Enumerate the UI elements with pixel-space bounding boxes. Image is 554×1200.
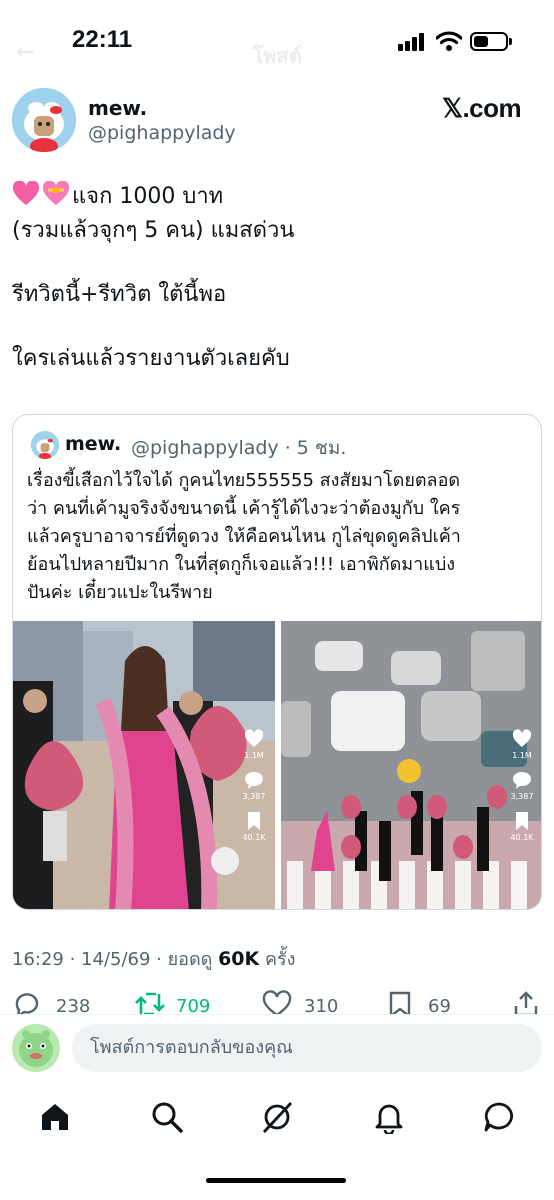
quoted-media-left[interactable]: 1.1M 3,387 40.1K	[13, 621, 275, 909]
battery-icon	[470, 32, 508, 51]
heart-icon[interactable]	[244, 729, 264, 749]
comment-icon[interactable]	[512, 770, 532, 790]
quoted-line-3: แล้วครูบาอาจารย์ที่ดูดวง ให้คือคนไหน กูไ…	[27, 526, 461, 547]
pink-heart-icon	[12, 181, 40, 205]
author-handle[interactable]: @pighappylady	[88, 122, 236, 144]
quoted-post[interactable]: mew. @pighappylady · 5 ชม. เรื่องขี้เสือ…	[12, 414, 542, 910]
current-user-avatar[interactable]	[12, 1024, 60, 1072]
quoted-line-5: ปันค่ะ เดี๋ยวแปะในรีพาย	[27, 582, 213, 603]
battery-tip	[509, 38, 512, 45]
reply-bar: โพสต์การตอบกลับของคุณ	[0, 1014, 554, 1080]
quoted-post-text: เรื่องขี้เสือกไว้ใจได้ กูคนไทย555555 สงส…	[27, 467, 533, 607]
media-left-sidebar: 1.1M 3,387 40.1K	[241, 729, 267, 842]
home-indicator	[206, 1178, 346, 1183]
home-icon[interactable]	[38, 1100, 72, 1134]
status-time: 22:11	[72, 26, 133, 53]
quoted-line-1: เรื่องขี้เสือกไว้ใจได้ กูคนไทย555555 สงส…	[27, 470, 461, 491]
bookmark-icon[interactable]	[244, 811, 264, 831]
post-meta: 16:29 · 14/5/69 · ยอดดู 60K ครั้ง	[12, 944, 295, 973]
media-right-comments: 3,387	[510, 792, 534, 801]
post-line-3: รีทวิตนี้+รีทวิต ใต้นี้พอ	[12, 282, 227, 307]
post-text: แจก 1000 บาท (รวมแล้วจุกๆ 5 คน) แมสด่วน …	[12, 180, 542, 376]
quoted-line-4: ย้อนไปหลายปีมาก ในที่สุดกูก็เจอแล้ว!!! เ…	[27, 554, 456, 575]
cellular-signal-icon	[398, 33, 428, 51]
media-right-likes: 1.1M	[512, 751, 532, 760]
heart-icon[interactable]	[512, 729, 532, 749]
quoted-author-name[interactable]: mew.	[65, 433, 121, 455]
quoted-author-avatar[interactable]	[31, 431, 59, 459]
post-line-2: (รวมแล้วจุกๆ 5 คน) แมสด่วน	[12, 218, 295, 243]
comment-icon[interactable]	[244, 770, 264, 790]
media-left-saves: 40.1K	[242, 833, 266, 842]
view-suffix: ครั้ง	[259, 949, 296, 970]
author-avatar[interactable]	[12, 88, 76, 152]
wifi-icon	[436, 31, 462, 51]
messages-icon[interactable]	[482, 1100, 516, 1134]
media-right-sidebar: 1.1M 3,387 40.1K	[509, 729, 535, 842]
media-right-saves: 40.1K	[510, 833, 534, 842]
notifications-icon[interactable]	[372, 1100, 406, 1134]
reply-input[interactable]: โพสต์การตอบกลับของคุณ	[72, 1024, 542, 1072]
media-left-comments: 3,387	[242, 792, 266, 801]
heart-with-ribbon-icon	[42, 181, 70, 205]
status-bar: ← โพสต์ 22:11	[0, 0, 554, 80]
post-line-1: แจก 1000 บาท	[12, 180, 542, 214]
x-watermark: 𝕏.com	[442, 93, 522, 123]
post-line-4: ใครเล่นแล้วรายงานตัวเลยคับ	[12, 346, 290, 371]
post-time-date: 16:29 · 14/5/69 · ยอดดู	[12, 949, 219, 970]
media-left-likes: 1.1M	[244, 751, 264, 760]
bottom-tab-bar	[0, 1090, 554, 1150]
grok-icon[interactable]	[260, 1100, 294, 1134]
quoted-line-2: ว่า คนที่เค้ามูจริงจังขนาดนี้ เค้ารู้ได้…	[27, 498, 461, 519]
bookmark-icon[interactable]	[512, 811, 532, 831]
media-right-image	[281, 621, 541, 909]
view-count[interactable]: 60K	[218, 948, 259, 970]
search-icon[interactable]	[150, 1100, 184, 1134]
post-line-1-text: แจก 1000 บาท	[72, 184, 224, 209]
author-name[interactable]: mew.	[88, 96, 147, 120]
quoted-media-right[interactable]: 1.1M 3,387 40.1K	[281, 621, 541, 909]
quoted-author-handle[interactable]: @pighappylady · 5 ชม.	[131, 433, 346, 463]
media-left-image	[13, 621, 275, 909]
